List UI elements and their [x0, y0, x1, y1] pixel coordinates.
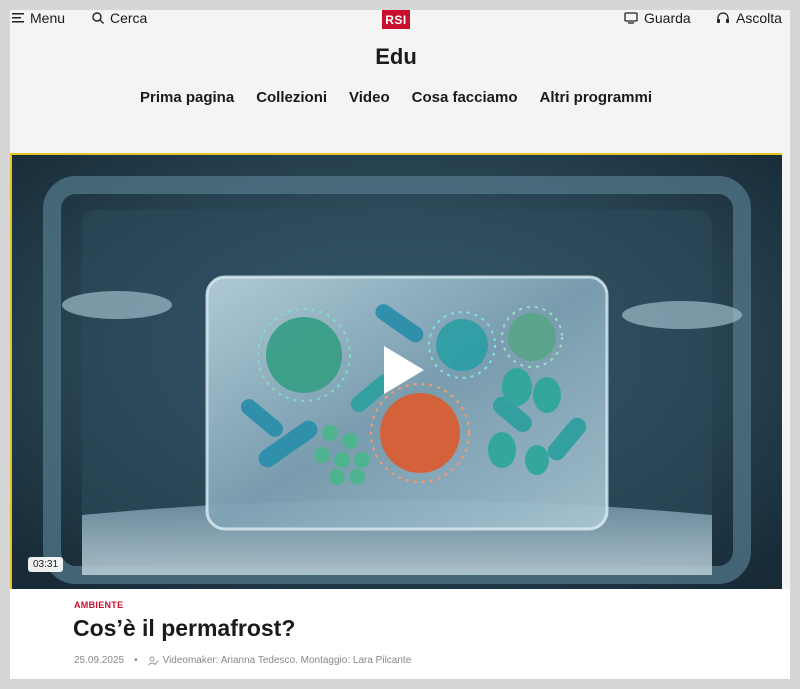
play-icon[interactable]: [370, 340, 430, 400]
search-icon: [92, 12, 104, 24]
headphones-icon: [717, 12, 729, 23]
search-label: Cerca: [110, 10, 148, 26]
nav-item-altri-programmi[interactable]: Altri programmi: [540, 89, 653, 106]
meta-separator-dot: •: [134, 655, 138, 666]
article-title: Cos’è il permafrost?: [73, 615, 296, 641]
article-meta: 25.09.2025 • Videomaker: Arianna Tedesco…: [74, 655, 411, 666]
credits-text: Videomaker: Arianna Tedesco. Montaggio: …: [162, 655, 412, 666]
menu-label: Menu: [30, 10, 66, 26]
site-title[interactable]: Edu: [10, 44, 782, 70]
top-bar: Menu Cerca RSI Guarda Ascolta: [10, 10, 790, 29]
publish-date: 25.09.2025: [74, 655, 125, 666]
menu-button[interactable]: Menu: [12, 10, 65, 26]
page-frame: Menu Cerca RSI Guarda Ascolta Edu Prima …: [10, 10, 790, 679]
category-label[interactable]: AMBIENTE: [74, 600, 123, 610]
video-player[interactable]: 03:31: [10, 153, 782, 589]
nav-item-cosa-facciamo[interactable]: Cosa facciamo: [412, 89, 518, 106]
video-duration-badge: 03:31: [28, 557, 64, 572]
watch-button[interactable]: Guarda: [624, 10, 691, 26]
rsi-logo[interactable]: RSI: [382, 10, 410, 29]
person-edit-icon: [147, 656, 159, 665]
nav-item-video[interactable]: Video: [349, 89, 390, 106]
tv-icon: [624, 12, 638, 24]
credits: Videomaker: Arianna Tedesco. Montaggio: …: [147, 655, 412, 666]
listen-label: Ascolta: [736, 10, 782, 26]
watch-label: Guarda: [644, 10, 691, 26]
nav-item-prima-pagina[interactable]: Prima pagina: [140, 89, 234, 106]
article-info: AMBIENTE Cos’è il permafrost? 25.09.2025…: [10, 589, 790, 679]
listen-button[interactable]: Ascolta: [716, 10, 782, 26]
hamburger-icon: [12, 13, 24, 23]
main-nav: Prima pagina Collezioni Video Cosa facci…: [10, 89, 782, 106]
nav-item-collezioni[interactable]: Collezioni: [256, 89, 327, 106]
search-button[interactable]: Cerca: [92, 10, 147, 26]
